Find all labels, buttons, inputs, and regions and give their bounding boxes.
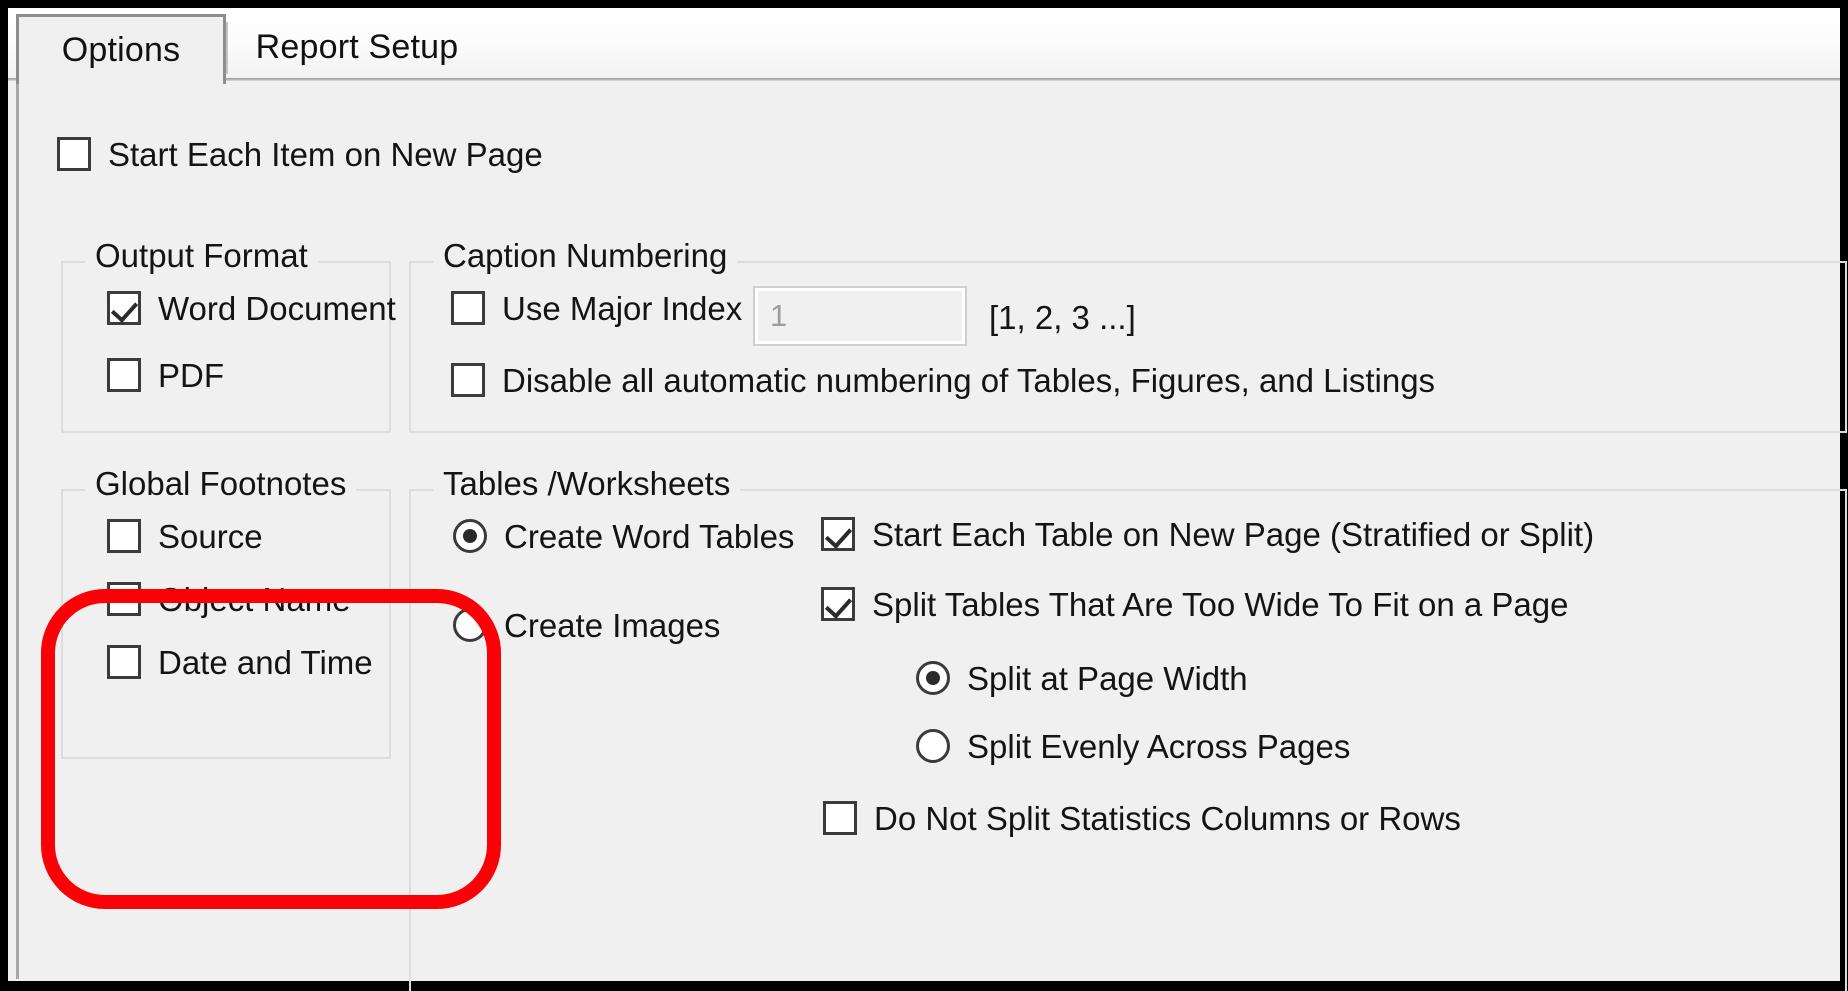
create-images-radio[interactable] (453, 608, 487, 642)
split-too-wide-label: Split Tables That Are Too Wide To Fit on… (872, 588, 1568, 621)
start-each-table-label: Start Each Table on New Page (Stratified… (872, 518, 1594, 551)
source-label: Source (158, 520, 263, 553)
use-major-index-checkbox[interactable] (451, 291, 485, 325)
disable-numbering-label: Disable all automatic numbering of Table… (502, 364, 1435, 397)
word-document-checkbox[interactable] (107, 291, 141, 325)
checkbox-source-row[interactable]: Source (107, 519, 263, 553)
major-index-input[interactable]: 1 (755, 288, 965, 344)
radio-create-word-tables-row[interactable]: Create Word Tables (453, 519, 794, 553)
radio-split-evenly-row[interactable]: Split Evenly Across Pages (916, 729, 1350, 763)
checkbox-object-name-row[interactable]: Object Name (107, 582, 351, 616)
group-tables-worksheets: Tables /Worksheets Create Word Tables Cr… (409, 489, 1847, 991)
checkbox-date-and-time-row[interactable]: Date and Time (107, 645, 373, 679)
do-not-split-stats-checkbox[interactable] (823, 801, 857, 835)
word-document-label: Word Document (158, 292, 396, 325)
major-index-format-hint: [1, 2, 3 ...] (989, 299, 1136, 337)
group-global-footnotes-title: Global Footnotes (85, 467, 356, 500)
checkbox-word-document-row[interactable]: Word Document (107, 291, 396, 325)
split-too-wide-checkbox[interactable] (821, 587, 855, 621)
group-caption-numbering-title: Caption Numbering (433, 239, 737, 272)
start-each-item-label: Start Each Item on New Page (108, 138, 543, 171)
create-word-tables-label: Create Word Tables (504, 520, 794, 553)
checkbox-do-not-split-stats-row[interactable]: Do Not Split Statistics Columns or Rows (823, 801, 1461, 835)
use-major-index-label: Use Major Index (502, 292, 742, 325)
options-tab-panel: Start Each Item on New Page Output Forma… (16, 81, 1836, 979)
checkbox-disable-numbering-row[interactable]: Disable all automatic numbering of Table… (451, 363, 1435, 397)
checkbox-start-each-item-row[interactable]: Start Each Item on New Page (57, 137, 543, 171)
group-tables-worksheets-title: Tables /Worksheets (433, 467, 740, 500)
start-each-table-checkbox[interactable] (821, 517, 855, 551)
split-evenly-label: Split Evenly Across Pages (967, 730, 1350, 763)
tab-separator (226, 22, 228, 74)
do-not-split-stats-label: Do Not Split Statistics Columns or Rows (874, 802, 1461, 835)
disable-numbering-checkbox[interactable] (451, 363, 485, 397)
group-global-footnotes: Global Footnotes Source Object Name Date… (61, 489, 391, 759)
pdf-label: PDF (158, 359, 224, 392)
split-evenly-radio[interactable] (916, 729, 950, 763)
tab-strip: Options Report Setup (8, 8, 1840, 80)
group-caption-numbering: Caption Numbering Use Major Index 1 [1, … (409, 261, 1847, 433)
date-and-time-label: Date and Time (158, 646, 373, 679)
window-inner: Options Report Setup Start Each Item on … (8, 8, 1840, 981)
start-each-item-checkbox[interactable] (57, 137, 91, 171)
source-checkbox[interactable] (107, 519, 141, 553)
tab-report-setup[interactable]: Report Setup (226, 14, 488, 80)
create-images-label: Create Images (504, 609, 720, 642)
radio-split-at-page-width-row[interactable]: Split at Page Width (916, 661, 1248, 695)
split-at-page-width-radio[interactable] (916, 661, 950, 695)
create-word-tables-radio[interactable] (453, 519, 487, 553)
pdf-checkbox[interactable] (107, 358, 141, 392)
group-output-format-title: Output Format (85, 239, 318, 272)
checkbox-start-each-table-row[interactable]: Start Each Table on New Page (Stratified… (821, 517, 1594, 551)
tab-options-label: Options (62, 31, 181, 70)
major-index-input-value: 1 (770, 298, 787, 334)
split-at-page-width-label: Split at Page Width (967, 662, 1248, 695)
application-window: Options Report Setup Start Each Item on … (0, 0, 1848, 991)
tab-report-setup-label: Report Setup (256, 28, 459, 67)
tab-options[interactable]: Options (16, 14, 226, 84)
object-name-checkbox[interactable] (107, 582, 141, 616)
group-output-format: Output Format Word Document PDF (61, 261, 391, 433)
date-and-time-checkbox[interactable] (107, 645, 141, 679)
checkbox-pdf-row[interactable]: PDF (107, 358, 224, 392)
checkbox-split-too-wide-row[interactable]: Split Tables That Are Too Wide To Fit on… (821, 587, 1568, 621)
radio-create-images-row[interactable]: Create Images (453, 608, 720, 642)
checkbox-use-major-index-row[interactable]: Use Major Index (451, 291, 742, 325)
object-name-label: Object Name (158, 583, 351, 616)
